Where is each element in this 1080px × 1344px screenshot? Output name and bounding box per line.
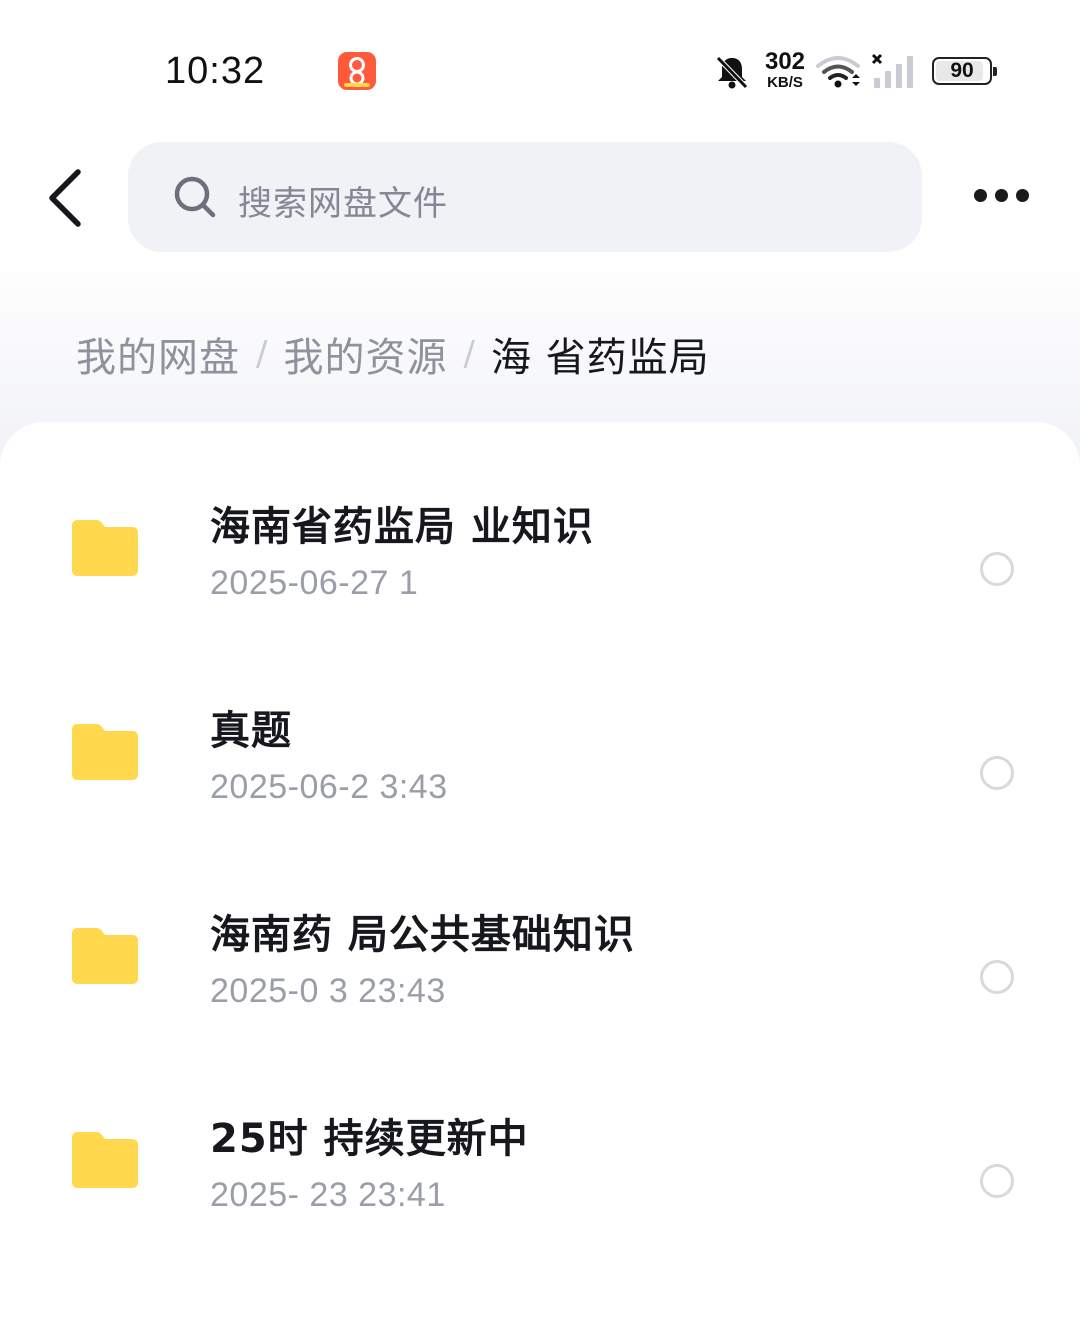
back-button[interactable] bbox=[36, 160, 100, 236]
more-dot-icon bbox=[1016, 189, 1029, 202]
cellular-signal-icon bbox=[871, 53, 913, 88]
select-radio[interactable] bbox=[980, 756, 1014, 790]
status-time: 10:32 bbox=[165, 50, 266, 92]
list-item[interactable]: 真题 2025-06-2 3:43 bbox=[0, 648, 1080, 852]
status-bar: 10:32 302 KB/S 90 bbox=[0, 0, 1080, 140]
folder-icon bbox=[72, 928, 138, 984]
list-item[interactable]: 25时 持续更新中 2025- 23 23:41 bbox=[0, 1056, 1080, 1260]
network-speed-unit: KB/S bbox=[767, 74, 803, 91]
mute-bell-icon bbox=[716, 56, 748, 89]
file-date: 2025-0 3 23:43 bbox=[210, 972, 446, 1010]
file-name: 25时 持续更新中 bbox=[210, 1116, 529, 1162]
breadcrumb-item-my-resources[interactable]: 我的资源 bbox=[283, 325, 447, 383]
more-dot-icon bbox=[995, 189, 1008, 202]
chevron-left-icon bbox=[49, 169, 81, 227]
network-speed-value: 302 bbox=[764, 48, 806, 75]
file-date: 2025- 23 23:41 bbox=[210, 1176, 446, 1214]
more-dot-icon bbox=[974, 189, 987, 202]
file-date: 2025-06-27 1 bbox=[210, 564, 419, 602]
folder-icon bbox=[72, 1132, 138, 1188]
list-item[interactable]: 海南省药监局 业知识 2025-06-27 1 bbox=[0, 444, 1080, 648]
more-options-button[interactable] bbox=[968, 178, 1034, 216]
breadcrumb-separator: / bbox=[463, 334, 475, 374]
search-input[interactable]: 搜索网盘文件 bbox=[128, 142, 922, 252]
select-radio[interactable] bbox=[980, 552, 1014, 586]
list-item[interactable]: 海南药 局公共基础知识 2025-0 3 23:43 bbox=[0, 852, 1080, 1056]
network-speed: 302 KB/S bbox=[760, 48, 810, 91]
select-radio[interactable] bbox=[980, 960, 1014, 994]
battery-indicator: 90 bbox=[932, 57, 997, 85]
app-notification-icon bbox=[338, 52, 376, 90]
breadcrumb-separator: / bbox=[256, 334, 268, 374]
search-placeholder: 搜索网盘文件 bbox=[238, 184, 448, 224]
folder-icon bbox=[72, 724, 138, 780]
select-radio[interactable] bbox=[980, 1164, 1014, 1198]
battery-percent: 90 bbox=[950, 59, 974, 82]
file-name: 海南省药监局 业知识 bbox=[210, 504, 594, 550]
wifi-icon bbox=[816, 56, 860, 88]
file-name: 海南药 局公共基础知识 bbox=[210, 912, 635, 958]
file-date: 2025-06-2 3:43 bbox=[210, 768, 448, 806]
breadcrumb: 我的网盘 / 我的资源 / 海 省药监局 bbox=[76, 326, 710, 382]
file-name: 真题 bbox=[210, 708, 292, 754]
breadcrumb-item-current: 海 省药监局 bbox=[490, 335, 710, 381]
breadcrumb-item-my-drive[interactable]: 我的网盘 bbox=[76, 325, 240, 383]
file-list-card: 海南省药监局 业知识 2025-06-27 1 真题 2025-06-2 3:4… bbox=[0, 422, 1080, 1344]
folder-icon bbox=[72, 520, 138, 576]
search-icon bbox=[174, 176, 216, 218]
